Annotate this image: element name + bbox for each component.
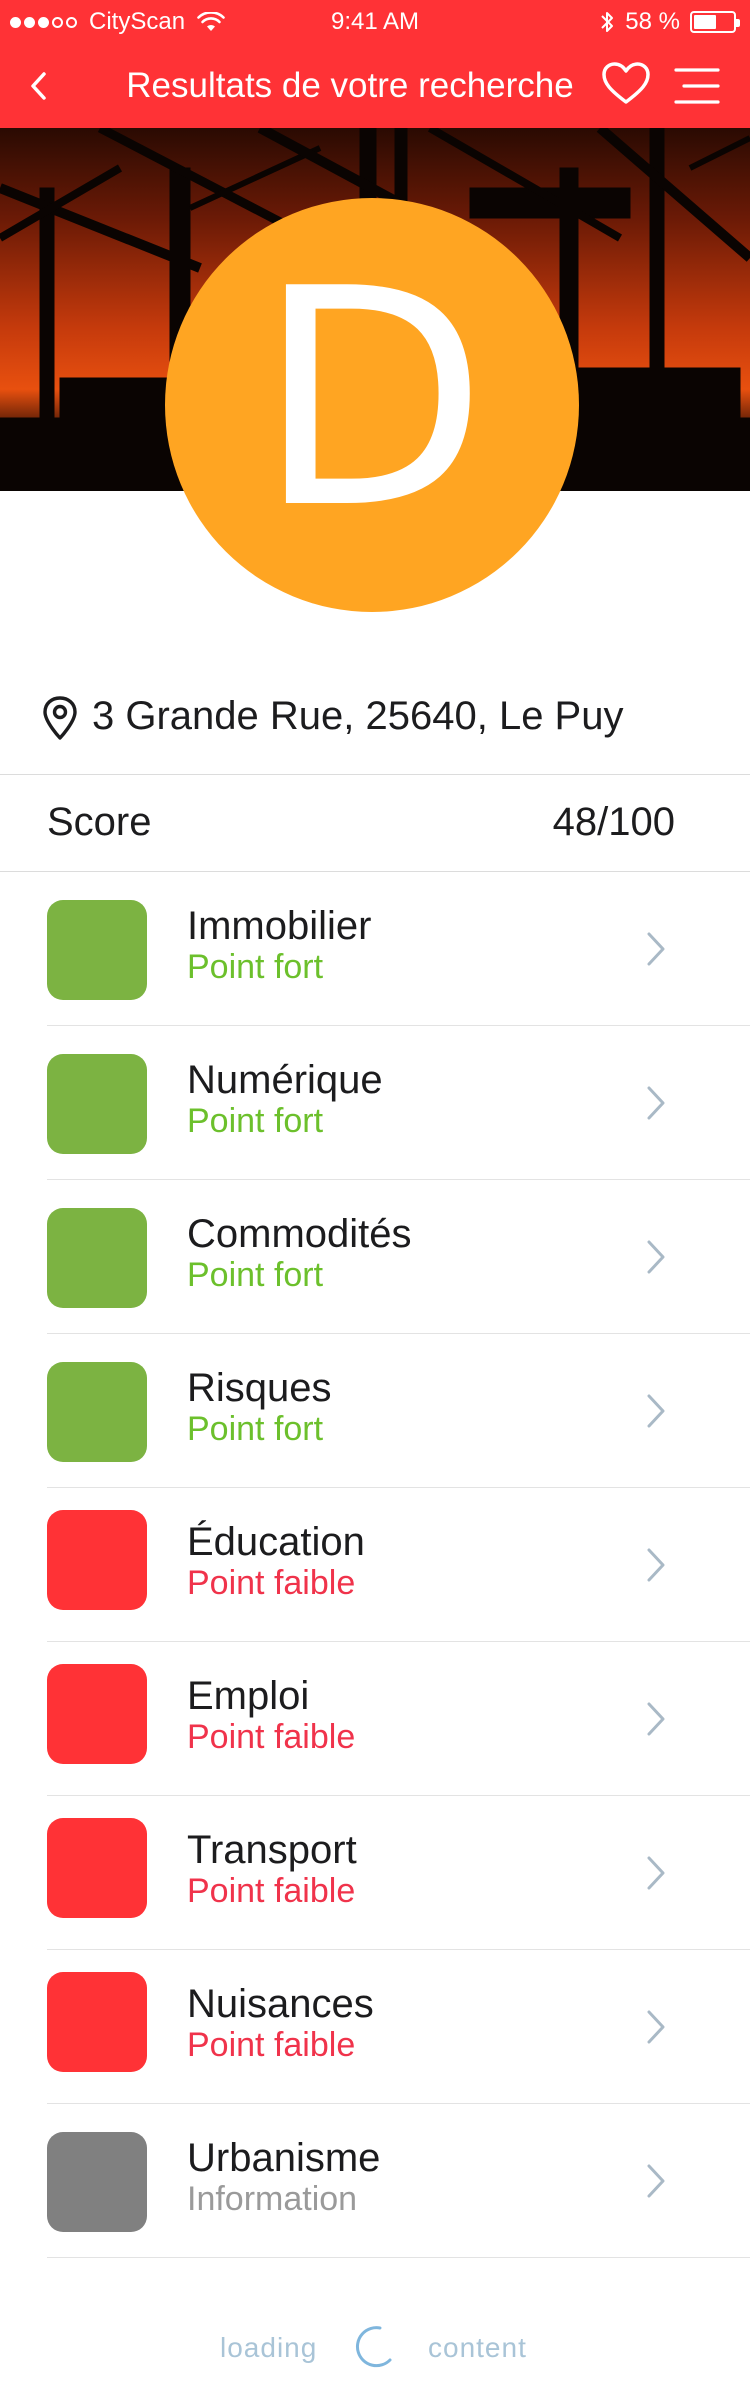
battery-fill: [694, 15, 716, 29]
battery-nub: [736, 19, 740, 27]
favorite-heart-icon[interactable]: [600, 60, 652, 108]
category-color-swatch: [47, 900, 147, 1000]
category-name: Urbanisme: [187, 2136, 381, 2180]
loading-indicator: loading content: [0, 2320, 750, 2380]
category-row[interactable]: Immobilier Point fort: [0, 872, 750, 1026]
chevron-right-icon: [647, 1702, 665, 1736]
chevron-right-icon: [647, 1086, 665, 1120]
category-row[interactable]: Transport Point faible: [0, 1796, 750, 1950]
category-color-swatch: [47, 1972, 147, 2072]
category-status: Point fort: [187, 948, 324, 986]
category-status: Point faible: [187, 1564, 356, 1602]
battery-icon: [690, 11, 740, 33]
category-row[interactable]: Numérique Point fort: [0, 1026, 750, 1180]
status-right: 58 %: [599, 8, 740, 36]
page-title: Resultats de votre recherche: [126, 66, 574, 105]
chevron-right-icon: [647, 932, 665, 966]
category-color-swatch: [47, 1818, 147, 1918]
category-status: Point faible: [187, 2026, 356, 2064]
category-status: Point faible: [187, 1872, 356, 1910]
status-bar: CityScan 9:41 AM 58 %: [0, 0, 750, 44]
results-screen: CityScan 9:41 AM 58 % Resultats de votre…: [0, 0, 750, 2401]
category-name: Immobilier: [187, 904, 372, 948]
chevron-right-icon: [647, 1548, 665, 1582]
grade-letter: D: [256, 225, 488, 574]
loading-label-right: content: [428, 2332, 527, 2363]
address-text: 3 Grande Rue, 25640, Le Puy: [92, 694, 624, 738]
category-row[interactable]: Éducation Point faible: [0, 1488, 750, 1642]
navigation-bar: Resultats de votre recherche: [0, 44, 750, 128]
chevron-right-icon: [647, 1856, 665, 1890]
category-color-swatch: [47, 1362, 147, 1462]
category-row[interactable]: Commodités Point fort: [0, 1180, 750, 1334]
category-status: Information: [187, 2180, 358, 2218]
score-label: Score: [47, 800, 152, 844]
chevron-right-icon: [647, 1240, 665, 1274]
address-row: 3 Grande Rue, 25640, Le Puy: [0, 682, 750, 775]
category-color-swatch: [47, 1664, 147, 1764]
category-color-swatch: [47, 1510, 147, 1610]
bluetooth-icon: [601, 12, 614, 32]
category-color-swatch: [47, 2132, 147, 2232]
category-row[interactable]: Risques Point fort: [0, 1334, 750, 1488]
map-pin-icon: [43, 696, 77, 740]
category-name: Risques: [187, 1366, 332, 1410]
chevron-right-icon: [647, 2164, 665, 2198]
back-button[interactable]: [20, 64, 60, 108]
score-value: 48/100: [552, 800, 675, 844]
loading-label-left: loading: [220, 2332, 318, 2363]
category-name: Éducation: [187, 1520, 365, 1564]
chevron-right-icon: [647, 2010, 665, 2044]
category-status: Point fort: [187, 1410, 324, 1448]
top-bar: CityScan 9:41 AM 58 % Resultats de votre…: [0, 0, 750, 128]
category-row[interactable]: Nuisances Point faible: [0, 1950, 750, 2104]
category-row[interactable]: Emploi Point faible: [0, 1642, 750, 1796]
category-name: Transport: [187, 1828, 357, 1872]
category-status: Point fort: [187, 1256, 324, 1294]
category-name: Numérique: [187, 1058, 383, 1102]
chevron-right-icon: [647, 1394, 665, 1428]
category-status: Point fort: [187, 1102, 324, 1140]
loading-spinner-icon: [356, 2326, 392, 2368]
grade-badge: D: [165, 198, 579, 612]
menu-icon[interactable]: [672, 66, 722, 106]
category-list: Immobilier Point fort Numérique Point fort C…: [0, 872, 750, 2258]
category-color-swatch: [47, 1208, 147, 1308]
category-name: Emploi: [187, 1674, 310, 1718]
battery-percent: 58 %: [625, 8, 680, 35]
category-row[interactable]: Urbanisme Information: [0, 2104, 750, 2258]
category-name: Nuisances: [187, 1982, 374, 2026]
category-status: Point faible: [187, 1718, 356, 1756]
category-name: Commodités: [187, 1212, 412, 1256]
score-row: Score 48/100: [0, 776, 750, 872]
category-color-swatch: [47, 1054, 147, 1154]
